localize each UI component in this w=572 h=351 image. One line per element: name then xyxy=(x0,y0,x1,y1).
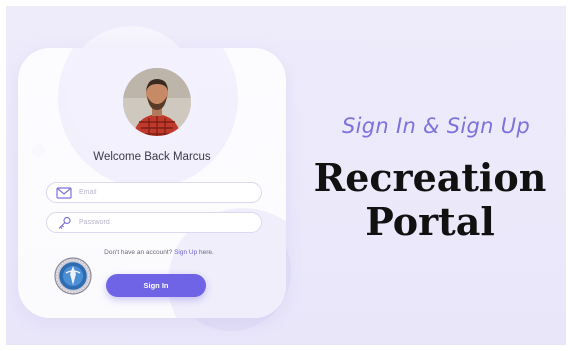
login-card: Welcome Back Marcus Don't have an accoun… xyxy=(18,48,286,318)
tagline: Sign In & Sign Up xyxy=(342,114,530,138)
welcome-message: Welcome Back Marcus xyxy=(93,151,211,163)
title-line-1: Recreation xyxy=(313,155,547,200)
signup-prompt: Don't have an account? Sign Up here. xyxy=(18,249,286,256)
page-title: Recreation Portal xyxy=(290,156,566,244)
email-input[interactable] xyxy=(79,185,249,200)
page-background: Welcome Back Marcus Don't have an accoun… xyxy=(6,6,566,345)
password-field[interactable] xyxy=(46,212,262,233)
here-text: here. xyxy=(199,249,214,256)
password-input[interactable] xyxy=(79,215,249,230)
signup-link[interactable]: Sign Up xyxy=(174,249,197,256)
no-account-text: Don't have an account? xyxy=(104,249,173,256)
sign-in-button[interactable]: Sign In xyxy=(106,274,206,297)
key-icon xyxy=(56,216,72,230)
envelope-icon xyxy=(56,186,72,200)
title-line-2: Portal xyxy=(365,199,495,244)
avatar xyxy=(123,68,191,136)
emblem-seal-icon xyxy=(54,257,92,295)
avatar-photo xyxy=(123,68,191,136)
email-field[interactable] xyxy=(46,182,262,203)
